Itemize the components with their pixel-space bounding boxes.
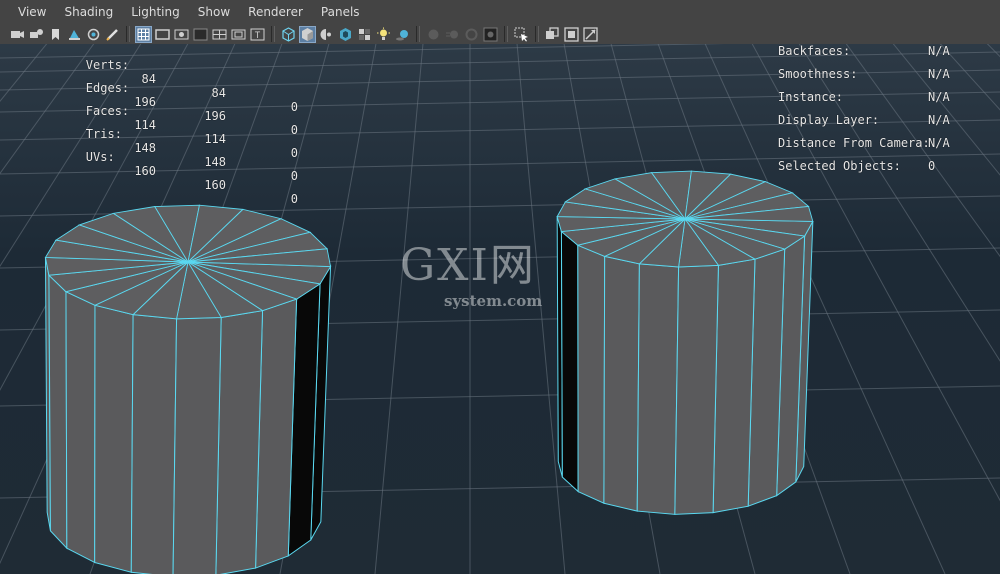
cylinder-side-face — [94, 304, 134, 573]
hud-value: 0 — [928, 159, 936, 173]
screen-space-ao-icon[interactable] — [426, 27, 441, 42]
safe-action-icon[interactable] — [231, 27, 246, 42]
safe-title-icon[interactable]: T — [250, 27, 265, 42]
depth-of-field-icon[interactable] — [483, 27, 498, 42]
hud-row-selected-objects: Selected Objects: — [778, 159, 901, 173]
film-gate-icon[interactable] — [155, 27, 170, 42]
hud-value: 148 — [204, 155, 226, 169]
menu-renderer[interactable]: Renderer — [238, 0, 311, 24]
lights-icon[interactable] — [376, 27, 391, 42]
cylinder-side-face — [636, 263, 680, 515]
cylinder-side-face — [577, 244, 606, 505]
hud-value: 0 — [290, 123, 298, 137]
menu-lighting[interactable]: Lighting — [121, 0, 188, 24]
camera-icon[interactable] — [10, 27, 25, 42]
cylinder-side-face — [674, 264, 719, 515]
isolate-select-icon[interactable] — [514, 27, 529, 42]
wireframe-icon[interactable] — [281, 26, 296, 42]
xray-icon[interactable] — [545, 26, 560, 42]
panel-menu-bar: View Shading Lighting Show Renderer Pane… — [0, 0, 1000, 24]
watermark-domain: system.com — [444, 292, 543, 310]
hud-value: 114 — [204, 132, 226, 146]
hud-value: 160 — [204, 178, 226, 192]
hud-label: UVs: — [85, 150, 115, 164]
hud-value: N/A — [928, 90, 950, 104]
grid-icon[interactable] — [135, 25, 152, 43]
cylinder-side-face — [712, 258, 756, 514]
hud-row-instance: Instance: — [778, 90, 843, 104]
menu-view[interactable]: View — [0, 0, 54, 24]
xray-active-icon[interactable] — [564, 26, 579, 42]
2d-pan-icon[interactable] — [86, 27, 101, 42]
hud-label: Display Layer: — [778, 113, 880, 127]
hud-value: N/A — [928, 67, 950, 81]
xray-components-icon[interactable] — [583, 26, 598, 42]
hud-value: 148 — [134, 141, 156, 155]
toolbar-separator — [535, 26, 539, 42]
texture-icon[interactable] — [357, 27, 372, 42]
hud-value: 160 — [134, 164, 156, 178]
svg-text:T: T — [255, 30, 261, 40]
bookmark-icon[interactable] — [48, 27, 63, 42]
hud-label: Distance From Camera: — [778, 136, 930, 150]
gate-mask-icon[interactable] — [193, 27, 208, 42]
hud-row-uvs: UVs: 160 160 0 — [28, 136, 298, 220]
xray-joints-icon[interactable] — [338, 27, 353, 42]
grid-line — [374, 44, 424, 574]
hud-value: 0 — [290, 192, 298, 206]
hud-value: 114 — [134, 118, 156, 132]
cylinder-side-face — [603, 255, 640, 512]
hud-value: 84 — [211, 86, 226, 100]
menu-show[interactable]: Show — [188, 0, 238, 24]
cylinder-side-face — [65, 290, 96, 564]
shadows-icon[interactable] — [395, 27, 410, 42]
multisample-aa-icon[interactable] — [464, 27, 479, 42]
grease-pencil-icon[interactable] — [105, 27, 120, 42]
hud-label: Instance: — [778, 90, 844, 104]
toolbar-separator — [271, 26, 275, 42]
menu-shading[interactable]: Shading — [54, 0, 121, 24]
cylinder-side-face — [172, 316, 222, 574]
toolbar-separator — [504, 26, 508, 42]
default-material-icon[interactable] — [319, 27, 334, 42]
hud-label: Smoothness: — [778, 67, 858, 81]
3d-viewport[interactable]: Verts: 84 84 0 Edges: 196 196 0 Faces: 1… — [0, 44, 1000, 574]
panel-toolbar: T — [0, 24, 1000, 44]
maya-viewport-window: View Shading Lighting Show Renderer Pane… — [0, 0, 1000, 574]
watermark-logo: GXI网 — [400, 240, 536, 291]
toolbar-separator — [126, 26, 130, 42]
hud-label: Selected Objects: — [778, 159, 901, 173]
hud-row-display-layer: Display Layer: — [778, 113, 879, 127]
hud-label: Backfaces: — [778, 44, 851, 58]
hud-row-backfaces: Backfaces: — [778, 44, 850, 58]
hud-value: N/A — [928, 113, 950, 127]
cylinder-side-face — [130, 314, 178, 574]
smooth-shade-icon[interactable] — [299, 25, 316, 43]
hud-value: 0 — [290, 169, 298, 183]
field-chart-icon[interactable] — [212, 27, 227, 42]
watermark: GXI网 system.com — [400, 240, 542, 311]
cylinder-side-face — [215, 310, 264, 574]
hud-value: N/A — [928, 136, 950, 150]
hud-row-distance-from-camera: Distance From Camera: — [778, 136, 930, 150]
menu-panels[interactable]: Panels — [311, 0, 368, 24]
hud-row-smoothness: Smoothness: — [778, 67, 857, 81]
toolbar-separator — [416, 26, 420, 42]
cylinder-side-face — [48, 274, 68, 550]
hud-value: 0 — [290, 146, 298, 160]
hud-value: 0 — [290, 100, 298, 114]
cylinder-hole-face — [560, 230, 579, 493]
object-details-hud: Backfaces: N/A Smoothness: N/A Instance:… — [778, 44, 998, 174]
poly-count-hud: Verts: 84 84 0 Edges: 196 196 0 Faces: 1… — [0, 44, 330, 206]
motion-blur-icon[interactable] — [445, 27, 460, 42]
hud-value: 196 — [204, 109, 226, 123]
hud-value: N/A — [928, 44, 950, 58]
image-plane-icon[interactable] — [67, 27, 82, 42]
camera-attributes-icon[interactable] — [29, 27, 44, 42]
resolution-gate-icon[interactable] — [174, 27, 189, 42]
